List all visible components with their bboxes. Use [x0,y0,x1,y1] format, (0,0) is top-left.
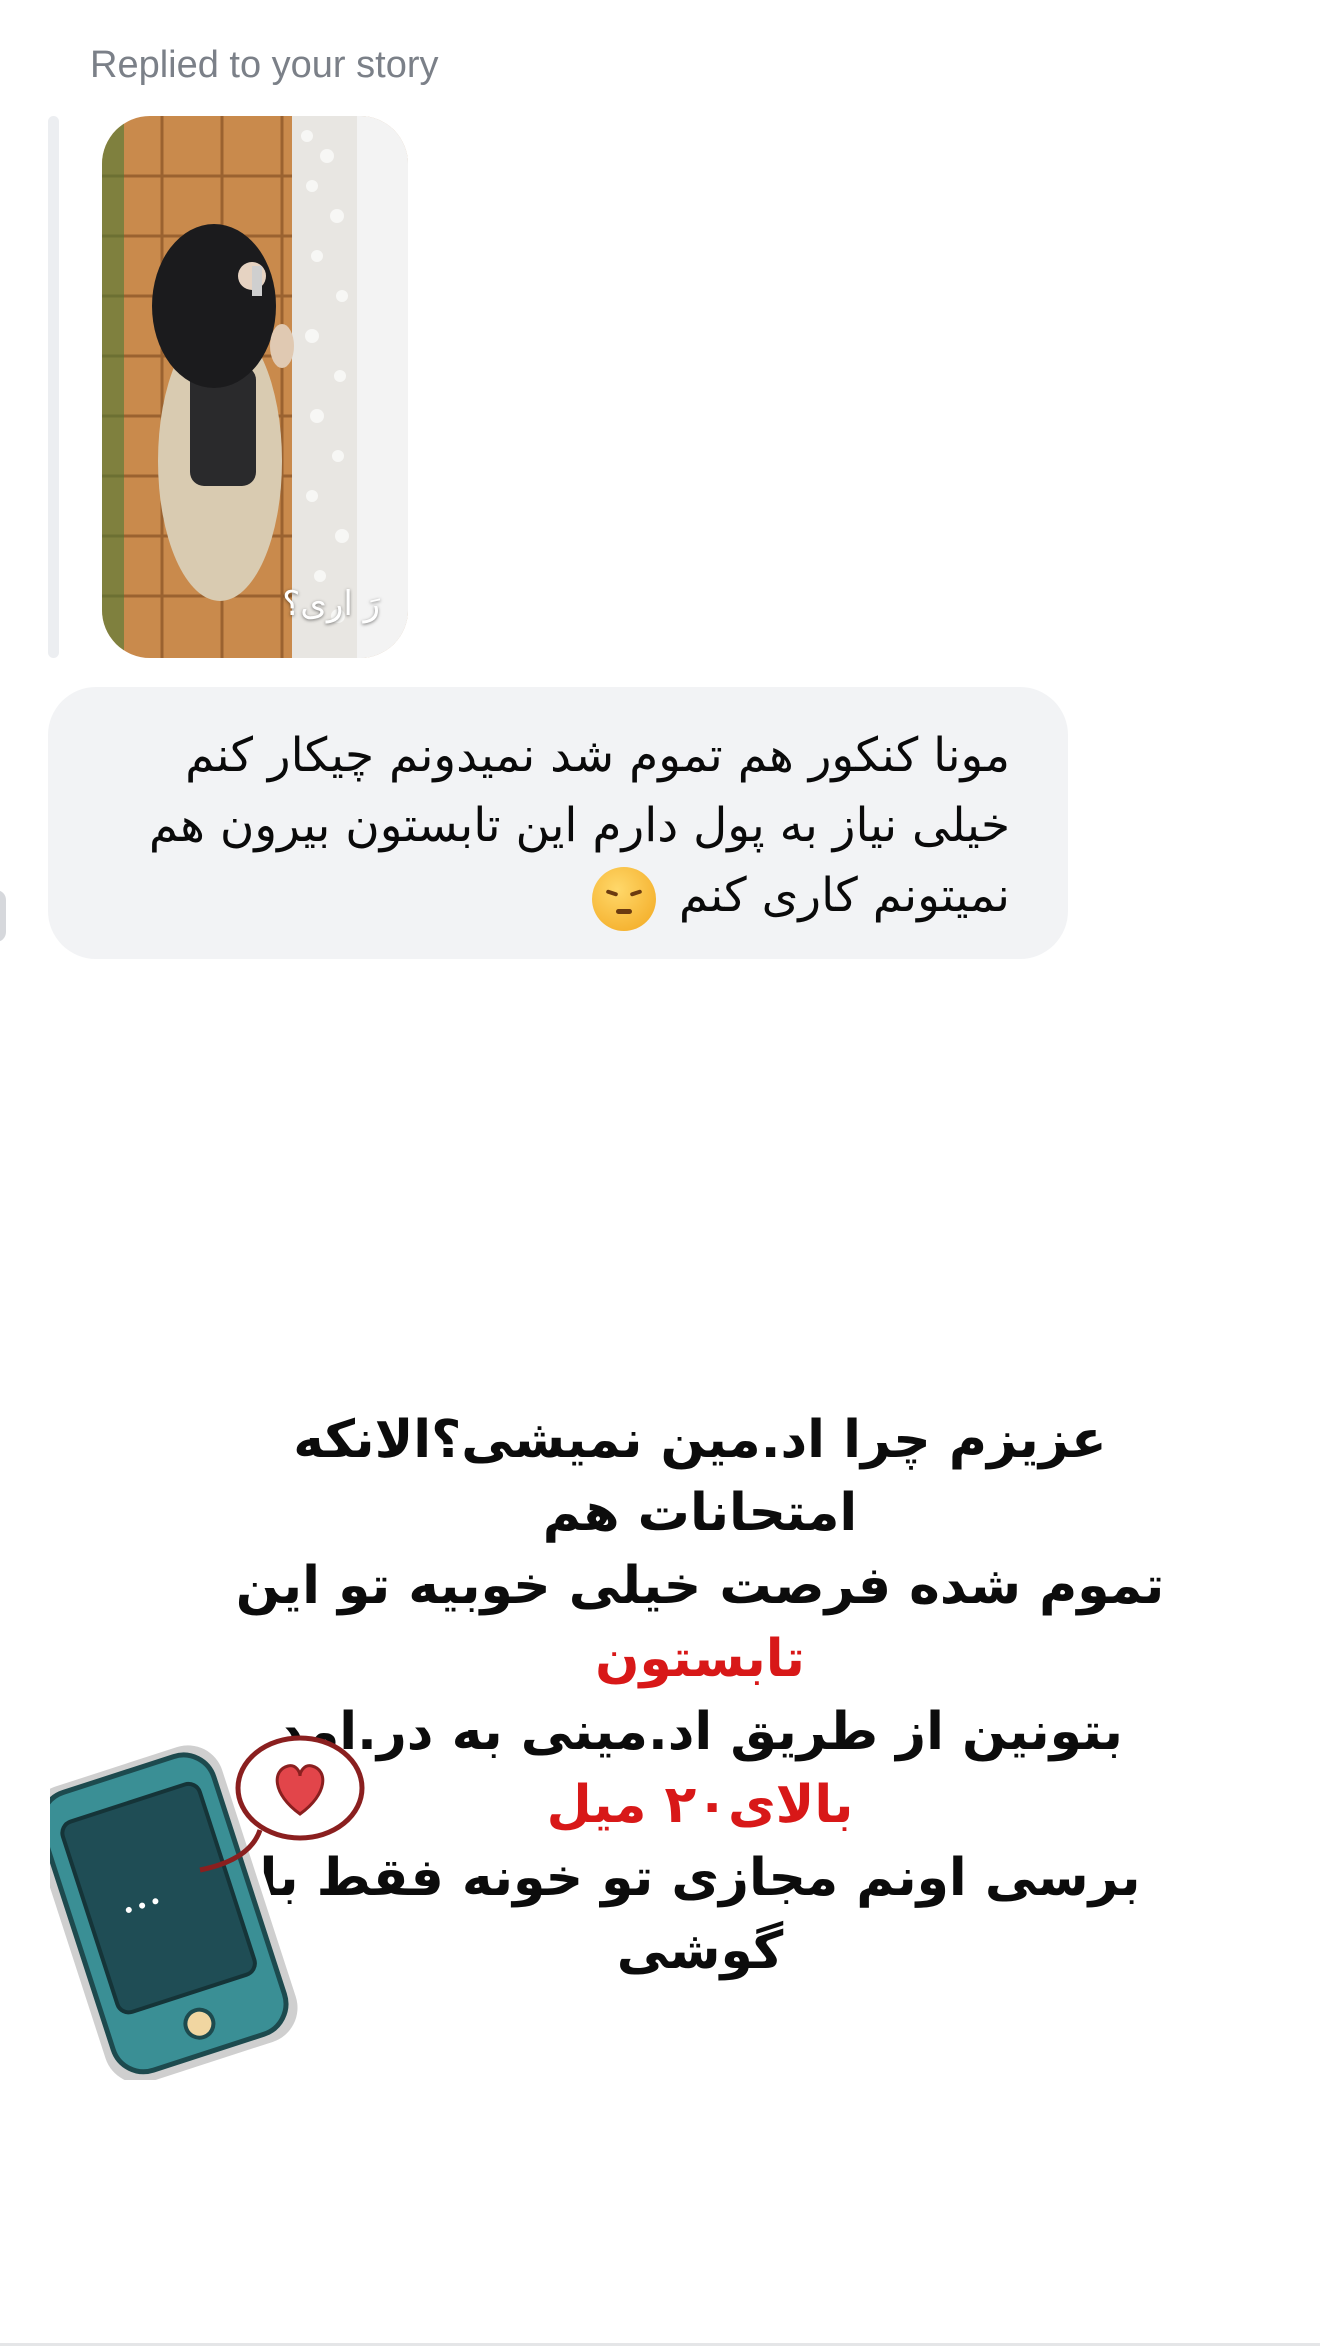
overlay-line-2-text: تموم شده فرصت خیلی خوبیه تو این [235,1556,1165,1616]
overlay-line-2: تموم شده فرصت خیلی خوبیه تو این تابستون [236,1556,1164,1689]
overlay-line-3-text: بتونین از طریق اد.مینی به در.امد [277,1702,1123,1762]
story-photo [102,116,408,658]
message-text: مونا کنکور هم تموم شد نمیدونم چیکار کنم … [70,721,1010,931]
overlay-line-3: بتونین از طریق اد.مینی به در.امد بالای۲۰… [277,1702,1123,1835]
story-caption: رَ اری؟ [282,584,380,624]
phone-heart-sticker-icon [50,1720,390,2080]
reply-quote-bar [48,116,59,658]
overlay-highlight-summer: تابستون [595,1629,805,1689]
replied-to-story-label: Replied to your story [90,44,439,86]
pensive-face-icon [591,866,656,931]
message-line-1: مونا کنکور هم تموم شد نمیدونم چیکار کنم [185,728,1010,783]
message-line-2: خیلی نیاز به پول دارم این تابستون بیرون … [148,798,1010,853]
message-bubble[interactable]: مونا کنکور هم تموم شد نمیدونم چیکار کنم … [48,687,1068,959]
overlay-line-4: برسی اونم مجازی تو خونه فقط با گوشی [259,1848,1141,1981]
overlay-highlight-income: بالای۲۰ میل [546,1775,854,1835]
sender-avatar[interactable] [0,890,6,942]
overlay-line-1: عزیزم چرا اد.مین نمیشی؟الانکه امتحانات ه… [293,1410,1107,1543]
message-line-3: نمیتونم کاری کنم [678,868,1010,923]
story-thumbnail[interactable]: رَ اری؟ [102,116,408,658]
